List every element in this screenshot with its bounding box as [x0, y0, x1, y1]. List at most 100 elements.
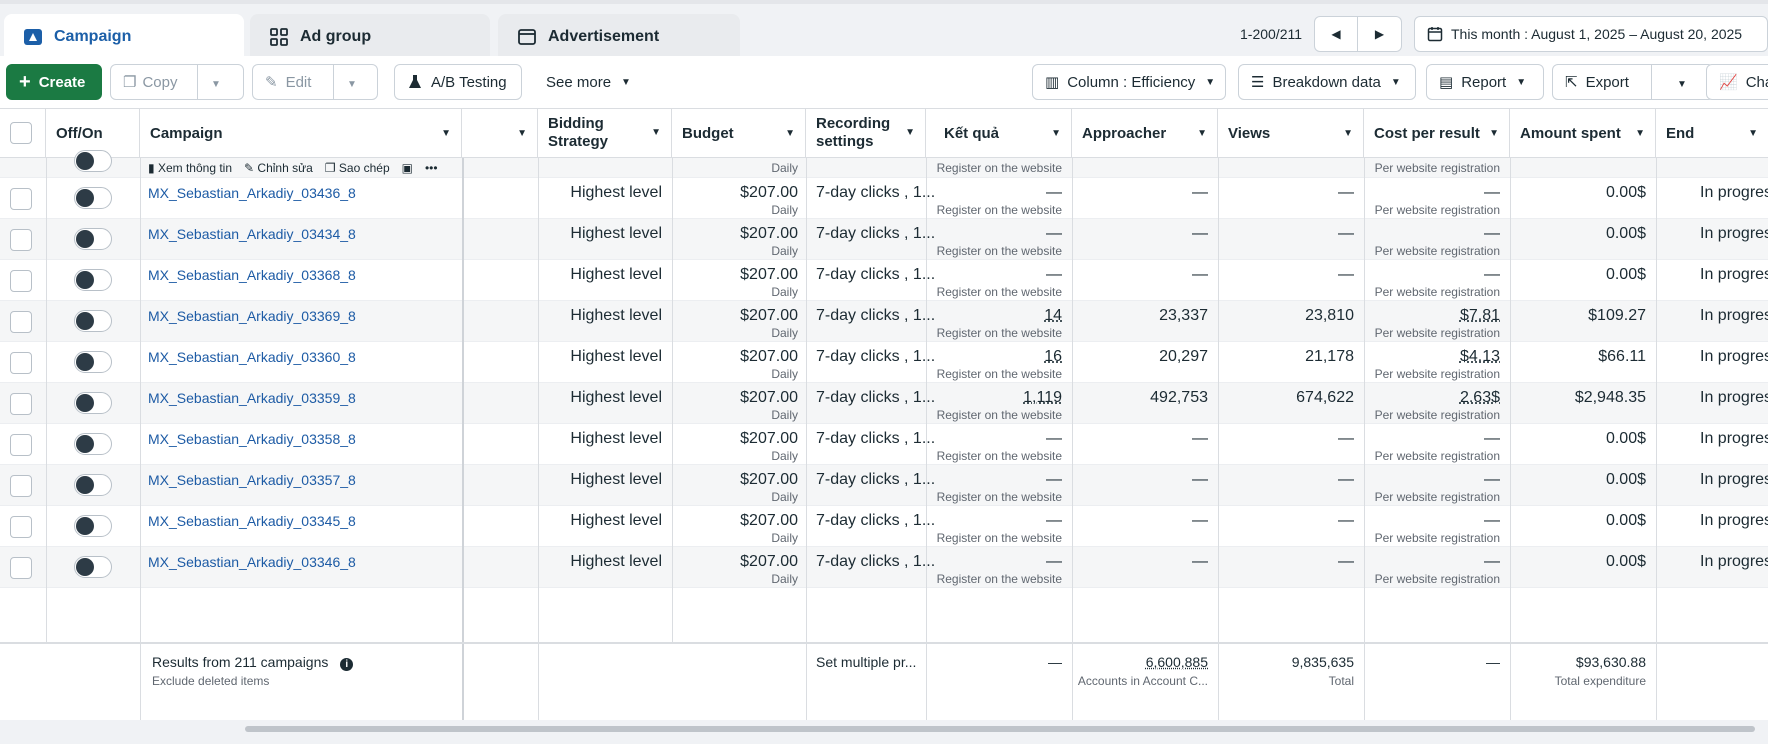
row-toggle[interactable] [74, 269, 112, 291]
cost-cell[interactable]: 2.63$ [1364, 389, 1500, 407]
cost-cell[interactable]: $7.81 [1364, 307, 1500, 325]
image-icon[interactable]: ▣ [402, 161, 413, 175]
table-row[interactable]: MX_Sebastian_Arkadiy_03368_8 Highest leve… [0, 260, 1768, 301]
scrollbar-thumb[interactable] [245, 726, 1755, 732]
row-toggle[interactable] [74, 228, 112, 250]
result-cell[interactable]: 16 [926, 348, 1062, 366]
row-checkbox[interactable] [10, 475, 32, 497]
select-all-checkbox[interactable] [10, 122, 32, 144]
row-checkbox[interactable] [10, 516, 32, 538]
campaign-name-link[interactable]: MX_Sebastian_Arkadiy_03436_8 [148, 185, 356, 201]
approacher-cell: — [1192, 266, 1208, 283]
row-toggle[interactable] [74, 392, 112, 414]
table-row[interactable]: MX_Sebastian_Arkadiy_03369_8 Highest leve… [0, 301, 1768, 342]
table-row[interactable]: MX_Sebastian_Arkadiy_03360_8 Highest leve… [0, 342, 1768, 383]
result-sub: Register on the website [936, 244, 1062, 258]
row-toggle[interactable] [74, 351, 112, 373]
chart-button[interactable]: 📈 Chart [1706, 64, 1768, 100]
row-toggle[interactable] [74, 150, 112, 172]
col-hidden[interactable]: ▼ [462, 109, 538, 157]
row-checkbox[interactable] [10, 229, 32, 251]
col-bidding-strategy[interactable]: Bidding Strategy ▼ [538, 109, 672, 157]
table-row[interactable]: MX_Sebastian_Arkadiy_03359_8 Highest leve… [0, 383, 1768, 424]
table-row[interactable]: MX_Sebastian_Arkadiy_03357_8 Highest leve… [0, 465, 1768, 506]
campaign-name-link[interactable]: MX_Sebastian_Arkadiy_03359_8 [148, 390, 356, 406]
table-row[interactable]: MX_Sebastian_Arkadiy_03434_8 Highest leve… [0, 219, 1768, 260]
export-dropdown[interactable]: ▼ [1677, 74, 1687, 91]
col-campaign[interactable]: Campaign ▼ [140, 109, 462, 157]
table-row[interactable]: MX_Sebastian_Arkadiy_03436_8 Highest leve… [0, 178, 1768, 219]
col-recording-settings[interactable]: Recording settings ▼ [806, 109, 926, 157]
cost-sub: Per website registration [1374, 572, 1500, 586]
edit-action[interactable]: ✎ Chỉnh sửa [244, 161, 313, 175]
campaign-name-link[interactable]: MX_Sebastian_Arkadiy_03369_8 [148, 308, 356, 324]
edit-dropdown[interactable]: ▼ [347, 74, 357, 91]
budget-cell: $207.00 [740, 307, 798, 324]
info-icon[interactable]: i [340, 658, 354, 671]
col-cost-per-result[interactable]: Cost per result ▼ [1364, 109, 1510, 157]
col-amount-spent[interactable]: Amount spent ▼ [1510, 109, 1656, 157]
row-toggle[interactable] [74, 556, 112, 578]
copy-dropdown[interactable]: ▼ [211, 74, 221, 91]
table-row-partial[interactable]: ▮ Xem thông tin ✎ Chỉnh sửa ❐ Sao chép ▣… [0, 150, 1768, 178]
approacher-cell: 23,337 [1159, 307, 1208, 324]
col-result[interactable]: Kết quả ▼ [926, 109, 1072, 157]
copy-button[interactable]: ❐ Copy [111, 73, 197, 92]
tab-advertisement[interactable]: Advertisement [498, 14, 740, 60]
campaign-name-link[interactable]: MX_Sebastian_Arkadiy_03360_8 [148, 349, 356, 365]
campaign-name-link[interactable]: MX_Sebastian_Arkadiy_03368_8 [148, 267, 356, 283]
campaign-name-link[interactable]: MX_Sebastian_Arkadiy_03346_8 [148, 554, 356, 570]
col-views[interactable]: Views ▼ [1218, 109, 1364, 157]
table-row[interactable]: MX_Sebastian_Arkadiy_03345_8 Highest leve… [0, 506, 1768, 547]
see-more-button[interactable]: See more ▼ [534, 64, 644, 100]
table-row[interactable]: MX_Sebastian_Arkadiy_03346_8 Highest leve… [0, 547, 1768, 588]
tab-ad-group[interactable]: Ad group [250, 14, 490, 60]
recording-cell: 7-day clicks , 1... [816, 225, 936, 242]
campaign-name-link[interactable]: MX_Sebastian_Arkadiy_03358_8 [148, 431, 356, 447]
campaign-name-link[interactable]: MX_Sebastian_Arkadiy_03434_8 [148, 226, 356, 242]
row-checkbox[interactable] [10, 557, 32, 579]
table-row[interactable]: MX_Sebastian_Arkadiy_03358_8 Highest leve… [0, 424, 1768, 465]
export-button[interactable]: ⇱ Export [1553, 73, 1651, 92]
spent-cell: $66.11 [1598, 348, 1646, 365]
column-selector[interactable]: ▥ Column : Efficiency ▼ [1032, 64, 1226, 100]
report-button[interactable]: ▤ Report ▼ [1426, 64, 1544, 100]
row-checkbox[interactable] [10, 434, 32, 456]
ab-testing-button[interactable]: A/B Testing [394, 64, 522, 100]
edit-button[interactable]: ✎ Edit [253, 73, 333, 92]
row-toggle[interactable] [74, 310, 112, 332]
campaign-name-link[interactable]: MX_Sebastian_Arkadiy_03357_8 [148, 472, 356, 488]
horizontal-scrollbar[interactable] [0, 720, 1768, 736]
prev-page-button[interactable]: ◀ [1314, 16, 1359, 52]
col-approacher[interactable]: Approacher ▼ [1072, 109, 1218, 157]
row-toggle[interactable] [74, 515, 112, 537]
plus-icon: + [19, 71, 31, 93]
cost-cell[interactable]: $4.13 [1364, 348, 1500, 366]
row-checkbox[interactable] [10, 188, 32, 210]
create-button[interactable]: + Create [6, 64, 102, 100]
result-cell[interactable]: 1,119 [926, 389, 1062, 407]
next-page-button[interactable]: ▶ [1358, 16, 1403, 52]
row-checkbox[interactable] [10, 270, 32, 292]
recording-cell: 7-day clicks , 1... [816, 348, 936, 365]
result-cell[interactable]: 14 [926, 307, 1062, 325]
summary-title-text: Results from 211 campaigns [152, 654, 329, 670]
campaign-name-link[interactable]: MX_Sebastian_Arkadiy_03345_8 [148, 513, 356, 529]
row-toggle[interactable] [74, 187, 112, 209]
col-end[interactable]: End ▼ [1656, 109, 1768, 157]
col-budget[interactable]: Budget ▼ [672, 109, 806, 157]
duplicate-action[interactable]: ❐ Sao chép [325, 161, 390, 175]
row-checkbox[interactable] [10, 393, 32, 415]
tab-campaign[interactable]: Campaign [4, 14, 244, 60]
bidding-cell: Highest level [570, 266, 662, 283]
row-checkbox[interactable] [10, 352, 32, 374]
spent-cell: $2,948.35 [1574, 389, 1646, 406]
toolbar: + Create ❐ Copy ▼ ✎ Edit ▼ A/B Testing S… [0, 56, 1768, 108]
row-toggle[interactable] [74, 433, 112, 455]
row-checkbox[interactable] [10, 311, 32, 333]
more-icon[interactable]: ••• [425, 161, 438, 175]
date-range-picker[interactable]: This month : August 1, 2025 – August 20,… [1414, 16, 1768, 52]
view-details-action[interactable]: ▮ Xem thông tin [148, 161, 232, 175]
breakdown-button[interactable]: ☰ Breakdown data ▼ [1238, 64, 1416, 100]
row-toggle[interactable] [74, 474, 112, 496]
